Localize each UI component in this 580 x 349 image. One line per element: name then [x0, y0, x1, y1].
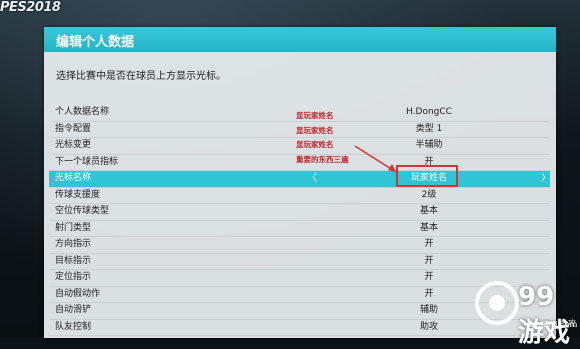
site-watermark: 99游戏 99danji.com — [468, 278, 580, 348]
highlight-box — [396, 165, 458, 187]
watermark-logo-text: 99游戏 — [518, 282, 571, 348]
watermark-url: 99danji.com — [528, 320, 578, 329]
watermark-logo-icon — [475, 281, 519, 325]
